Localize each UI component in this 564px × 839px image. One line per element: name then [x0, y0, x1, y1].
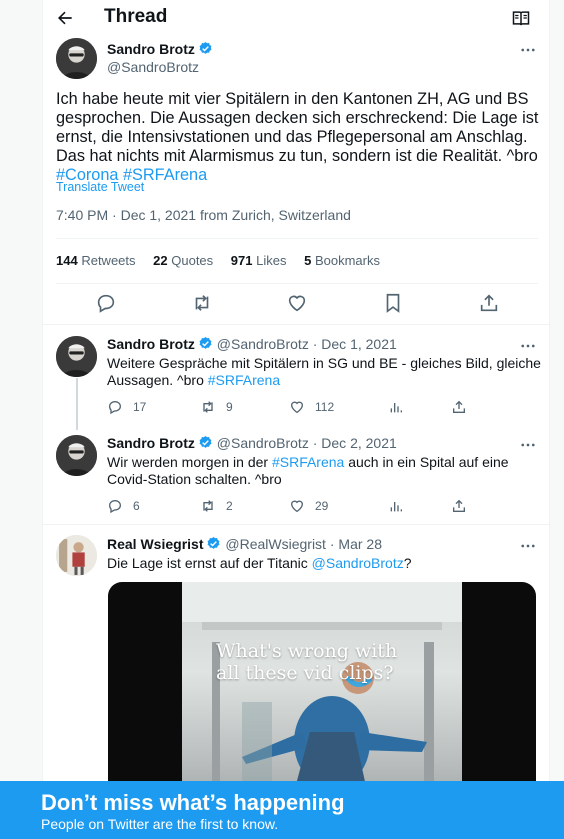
analytics-action[interactable]: [388, 498, 404, 514]
like-icon[interactable]: [286, 292, 308, 314]
bookmark-icon[interactable]: [382, 292, 404, 314]
tweet-text: Ich habe heute mit vier Spitälern in den…: [56, 90, 541, 185]
separator-dot: ·: [329, 536, 335, 552]
retweet-icon[interactable]: [191, 292, 213, 314]
retweet-action[interactable]: 2: [200, 498, 233, 514]
reply-body: ?: [403, 555, 412, 571]
more-options-icon[interactable]: [519, 537, 537, 555]
avatar[interactable]: [56, 435, 97, 476]
share-action[interactable]: [451, 498, 467, 514]
author-name[interactable]: Sandro Brotz: [107, 41, 195, 57]
hashtag-link[interactable]: #SRFArena: [208, 372, 280, 388]
analytics-icon: [390, 403, 402, 413]
author-name[interactable]: Real Wsiegrist: [107, 536, 203, 552]
share-icon: [453, 499, 465, 512]
reply-body: Wir werden morgen in der: [107, 454, 269, 470]
separator-dot: ·: [312, 435, 318, 451]
retweet-action[interactable]: 9: [200, 399, 233, 415]
divider: [43, 324, 551, 325]
reply-text: Wir werden morgen in der #SRFArena auch …: [107, 454, 541, 488]
reply-action[interactable]: 17: [107, 399, 146, 415]
thread-connector: [76, 378, 78, 430]
analytics-icon: [390, 502, 402, 512]
reply-text: Weitere Gespräche mit Spitälern in SG un…: [107, 355, 541, 389]
analytics-action[interactable]: [388, 399, 404, 415]
reply-date[interactable]: Dec 1, 2021: [321, 336, 397, 352]
reply-icon: [108, 400, 122, 415]
more-options-icon[interactable]: [519, 436, 537, 454]
signup-banner[interactable]: Don’t miss what’s happening People on Tw…: [0, 781, 564, 839]
like-action[interactable]: 112: [289, 399, 334, 415]
banner-subtext: People on Twitter are the first to know.: [41, 816, 279, 832]
author-name[interactable]: Sandro Brotz: [107, 435, 195, 451]
verified-badge-icon: [199, 41, 212, 54]
author-name[interactable]: Sandro Brotz: [107, 336, 195, 352]
reply-icon[interactable]: [95, 292, 117, 314]
separator-dot: ·: [312, 336, 318, 352]
more-options-icon[interactable]: [519, 337, 537, 355]
retweet-count: 2: [226, 499, 233, 513]
thread-header: Thread: [43, 0, 551, 36]
tweet-actions: [43, 292, 551, 316]
mention-link[interactable]: @SandroBrotz: [312, 555, 404, 571]
retweets-stat[interactable]: 144 Retweets: [56, 253, 136, 268]
share-icon: [453, 400, 465, 413]
reply-date[interactable]: Dec 2, 2021: [321, 435, 397, 451]
more-options-icon[interactable]: [519, 41, 537, 59]
reply-body: Die Lage ist ernst auf der Titanic: [107, 555, 308, 571]
divider: [43, 524, 551, 525]
verified-badge-icon: [199, 435, 212, 448]
bookmarks-stat[interactable]: 5 Bookmarks: [304, 253, 380, 268]
tweet-stats: 144 Retweets 22 Quotes 971 Likes 5 Bookm…: [56, 253, 394, 268]
share-icon[interactable]: [478, 292, 500, 314]
banner-headline: Don’t miss what’s happening: [41, 790, 345, 815]
retweet-icon: [203, 500, 213, 512]
author-handle[interactable]: @SandroBrotz: [217, 435, 309, 451]
reply-actions: 6 2 29: [107, 498, 467, 516]
thread-column: Thread Sandro Brotz @SandroBrotz Ich hab…: [42, 0, 551, 839]
page-title: Thread: [104, 6, 168, 27]
like-count: 112: [315, 400, 335, 414]
divider: [56, 283, 538, 284]
reply-body: Weitere Gespräche mit Spitälern in SG un…: [107, 355, 541, 388]
tweet-body: Ich habe heute mit vier Spitälern in den…: [56, 90, 539, 165]
tweet-timestamp[interactable]: 7:40 PM · Dec 1, 2021 from Zurich, Switz…: [56, 207, 351, 223]
reply-header: Real Wsiegrist @RealWsiegrist · Mar 28: [107, 536, 382, 552]
avatar[interactable]: [56, 535, 97, 576]
author-handle[interactable]: @SandroBrotz: [107, 59, 199, 75]
avatar[interactable]: [56, 38, 97, 79]
like-action[interactable]: 29: [289, 498, 328, 514]
reply-count: 17: [133, 400, 147, 414]
hashtag-link[interactable]: #SRFArena: [272, 454, 344, 470]
reader-mode-icon[interactable]: [511, 8, 531, 28]
reply-action[interactable]: 6: [107, 498, 140, 514]
reply-count: 6: [133, 499, 140, 513]
share-action[interactable]: [451, 399, 467, 415]
reply-header: Sandro Brotz @SandroBrotz · Dec 1, 2021: [107, 336, 397, 352]
like-count: 29: [315, 499, 329, 513]
reply-date[interactable]: Mar 28: [338, 536, 382, 552]
like-icon: [290, 500, 304, 513]
video-caption: What's wrong with all these vid clips?: [216, 640, 398, 684]
retweet-count: 9: [226, 400, 233, 414]
arrow-left-icon[interactable]: [55, 8, 75, 28]
translate-link[interactable]: Translate Tweet: [56, 180, 144, 194]
author-line: Sandro Brotz: [107, 41, 213, 59]
author-handle[interactable]: @SandroBrotz: [217, 336, 309, 352]
like-icon: [290, 401, 304, 414]
reply-header: Sandro Brotz @SandroBrotz · Dec 2, 2021: [107, 435, 397, 451]
divider: [56, 238, 538, 239]
reply-actions: 17 9 112: [107, 399, 467, 417]
author-handle[interactable]: @RealWsiegrist: [225, 536, 326, 552]
quotes-stat[interactable]: 22 Quotes: [153, 253, 213, 268]
verified-badge-icon: [199, 336, 212, 349]
avatar[interactable]: [56, 336, 97, 377]
retweet-icon: [203, 401, 213, 413]
reply-text: Die Lage ist ernst auf der Titanic @Sand…: [107, 555, 541, 572]
reply-icon: [108, 499, 122, 514]
verified-badge-icon: [208, 536, 220, 549]
likes-stat[interactable]: 971 Likes: [231, 253, 287, 268]
